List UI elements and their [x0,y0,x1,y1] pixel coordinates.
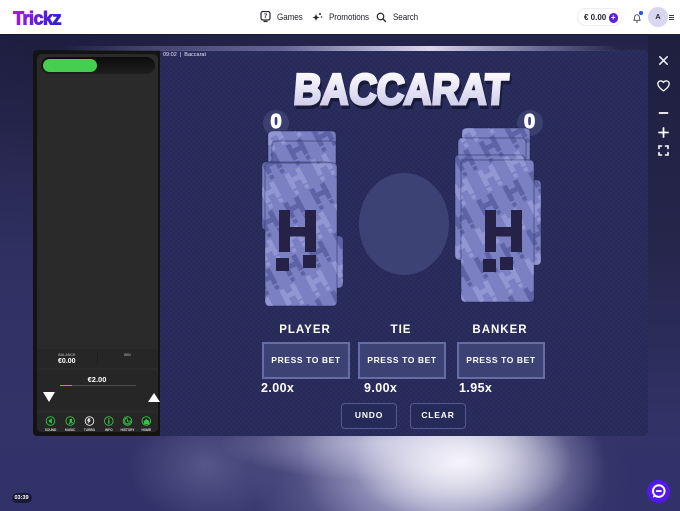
svg-text:SOUND: SOUND [44,428,56,432]
svg-text:INFO: INFO [104,428,112,432]
svg-text:TURBO: TURBO [83,428,95,432]
svg-text:MUSIC: MUSIC [65,428,76,432]
svg-text:HISTORY: HISTORY [120,428,135,432]
svg-text:HOME: HOME [141,428,151,432]
svg-text:BACCARAT: BACCARAT [292,65,510,114]
svg-text:7: 7 [264,14,268,20]
svg-text:Trickz: Trickz [13,9,62,29]
